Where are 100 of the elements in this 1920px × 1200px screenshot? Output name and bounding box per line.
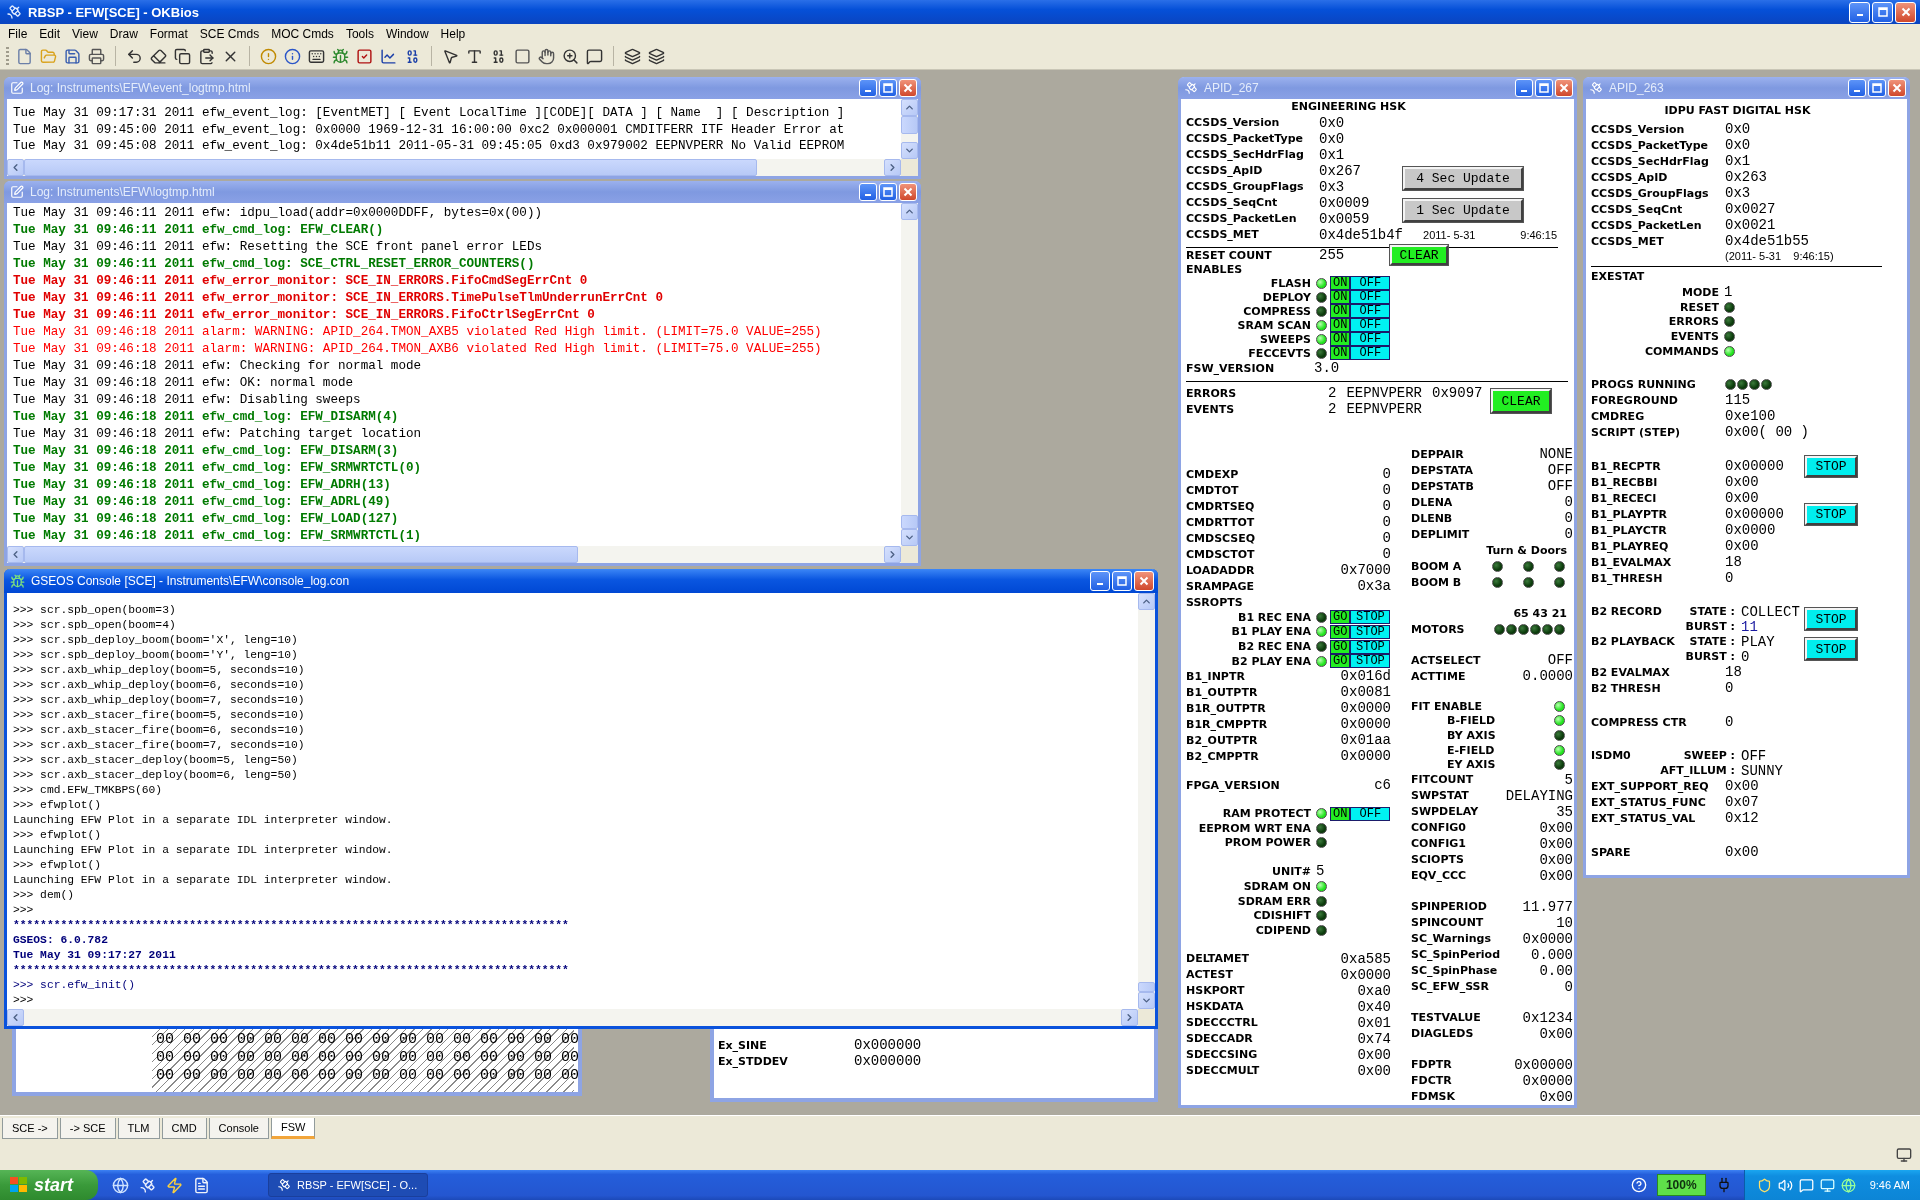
minimize-button[interactable] [859,79,877,97]
menu-item[interactable]: Help [434,26,472,41]
toggle-on-button[interactable]: ON [1330,290,1351,305]
vertical-scrollbar[interactable] [901,99,918,159]
vertical-scrollbar[interactable] [1138,593,1155,1009]
info-icon[interactable] [284,47,301,65]
horizontal-scrollbar[interactable] [7,1009,1138,1026]
horizontal-scrollbar[interactable] [7,546,901,563]
minimize-button[interactable] [1515,79,1533,97]
close-button[interactable] [1134,571,1154,591]
minimize-button[interactable] [1090,571,1110,591]
scroll-thumb[interactable] [1138,982,1155,992]
close-button[interactable] [1555,79,1573,97]
maximize-button[interactable] [879,183,897,201]
copy-icon[interactable] [174,47,191,65]
update-button[interactable]: 4 Sec Update [1403,167,1523,191]
tab[interactable]: SCE -> [2,1118,58,1139]
scroll-left-button[interactable] [7,159,24,176]
battery-indicator[interactable]: 100% [1656,1174,1706,1196]
scroll-right-button[interactable] [884,159,901,176]
start-button[interactable]: start [0,1170,98,1200]
scroll-right-button[interactable] [1121,1009,1138,1026]
toggle-on-button[interactable]: ON [1330,304,1351,319]
toggle-on-button[interactable]: ON [1330,276,1351,291]
toggle-on-button[interactable]: GO [1330,654,1351,669]
toggle-on-button[interactable]: ON [1330,346,1351,361]
maximize-button[interactable] [1868,79,1886,97]
scroll-thumb[interactable] [24,159,758,176]
new-file-icon[interactable] [16,47,33,65]
toggle-off-button[interactable]: OFF [1350,332,1391,347]
menu-item[interactable]: Draw [103,26,144,41]
document-icon[interactable] [193,1176,210,1194]
text-tool-icon[interactable] [466,47,483,65]
vertical-scrollbar[interactable] [901,203,918,546]
comment-icon[interactable] [586,47,603,65]
scroll-thumb[interactable] [901,116,918,134]
scroll-thumb[interactable] [901,515,918,529]
toggle-off-button[interactable]: OFF [1350,806,1391,821]
scroll-thumb[interactable] [24,546,579,563]
tab[interactable]: CMD [161,1118,207,1139]
printer-icon[interactable] [88,47,105,65]
menu-item[interactable]: Edit [33,26,67,41]
maximize-button[interactable] [1872,1,1893,23]
menu-item[interactable]: SCE Cmds [193,26,266,41]
scroll-up-button[interactable] [1138,593,1155,610]
tab[interactable]: -> SCE [59,1118,116,1139]
hand-icon[interactable] [538,47,555,65]
scroll-right-button[interactable] [884,546,901,563]
toggle-off-button[interactable]: OFF [1350,290,1391,305]
close-button[interactable] [1895,1,1916,23]
maximize-button[interactable] [879,79,897,97]
tab[interactable]: FSW [270,1118,316,1139]
menu-item[interactable]: Window [379,26,435,41]
message-icon[interactable] [1798,1177,1814,1193]
close-button[interactable] [899,183,917,201]
lightning-icon[interactable] [166,1176,183,1194]
paste-icon[interactable] [198,47,215,65]
layers-icon[interactable] [624,47,641,65]
toggle-on-button[interactable]: GO [1330,624,1351,639]
rectangle-icon[interactable] [514,47,531,65]
menu-item[interactable]: MOC Cmds [265,26,340,41]
scroll-left-button[interactable] [7,546,24,563]
minimize-button[interactable] [1849,1,1870,23]
clear-button[interactable]: CLEAR [1491,389,1551,413]
close-button[interactable] [899,79,917,97]
toggle-off-button[interactable]: OFF [1350,276,1391,291]
keyboard-icon[interactable] [308,47,325,65]
maximize-button[interactable] [1112,571,1132,591]
toggle-off-button[interactable]: OFF [1350,318,1391,333]
stop-button[interactable]: STOP [1805,503,1857,525]
checkbox-icon[interactable] [356,47,373,65]
menu-item[interactable]: View [66,26,104,41]
toggle-on-button[interactable]: ON [1330,806,1351,821]
toggle-off-button[interactable]: STOP [1350,624,1391,639]
save-icon[interactable] [64,47,81,65]
zoom-icon[interactable] [562,47,579,65]
scroll-down-button[interactable] [901,529,918,546]
eraser-icon[interactable] [150,47,167,65]
shield-icon[interactable] [1756,1177,1772,1193]
globe-icon[interactable] [112,1176,129,1194]
undo-icon[interactable] [126,47,143,65]
menu-item[interactable]: File [2,26,34,41]
toggle-off-button[interactable]: OFF [1350,346,1391,361]
scroll-left-button[interactable] [7,1009,24,1026]
globe-icon[interactable] [1840,1177,1856,1193]
clear-button[interactable]: CLEAR [1390,245,1448,266]
minimize-button[interactable] [859,183,877,201]
horizontal-scrollbar[interactable] [7,159,901,176]
stop-button[interactable]: STOP [1805,455,1857,477]
menu-item[interactable]: Tools [339,26,380,41]
update-button[interactable]: 1 Sec Update [1403,199,1523,223]
toggle-on-button[interactable]: GO [1330,639,1351,654]
scroll-down-button[interactable] [1138,992,1155,1009]
menu-item[interactable]: Format [143,26,194,41]
toggle-on-button[interactable]: ON [1330,332,1351,347]
toggle-off-button[interactable]: OFF [1350,304,1391,319]
toggle-on-button[interactable]: GO [1330,610,1351,625]
toggle-off-button[interactable]: STOP [1350,610,1391,625]
monitor-icon[interactable] [1819,1177,1835,1193]
close-button[interactable] [1888,79,1906,97]
